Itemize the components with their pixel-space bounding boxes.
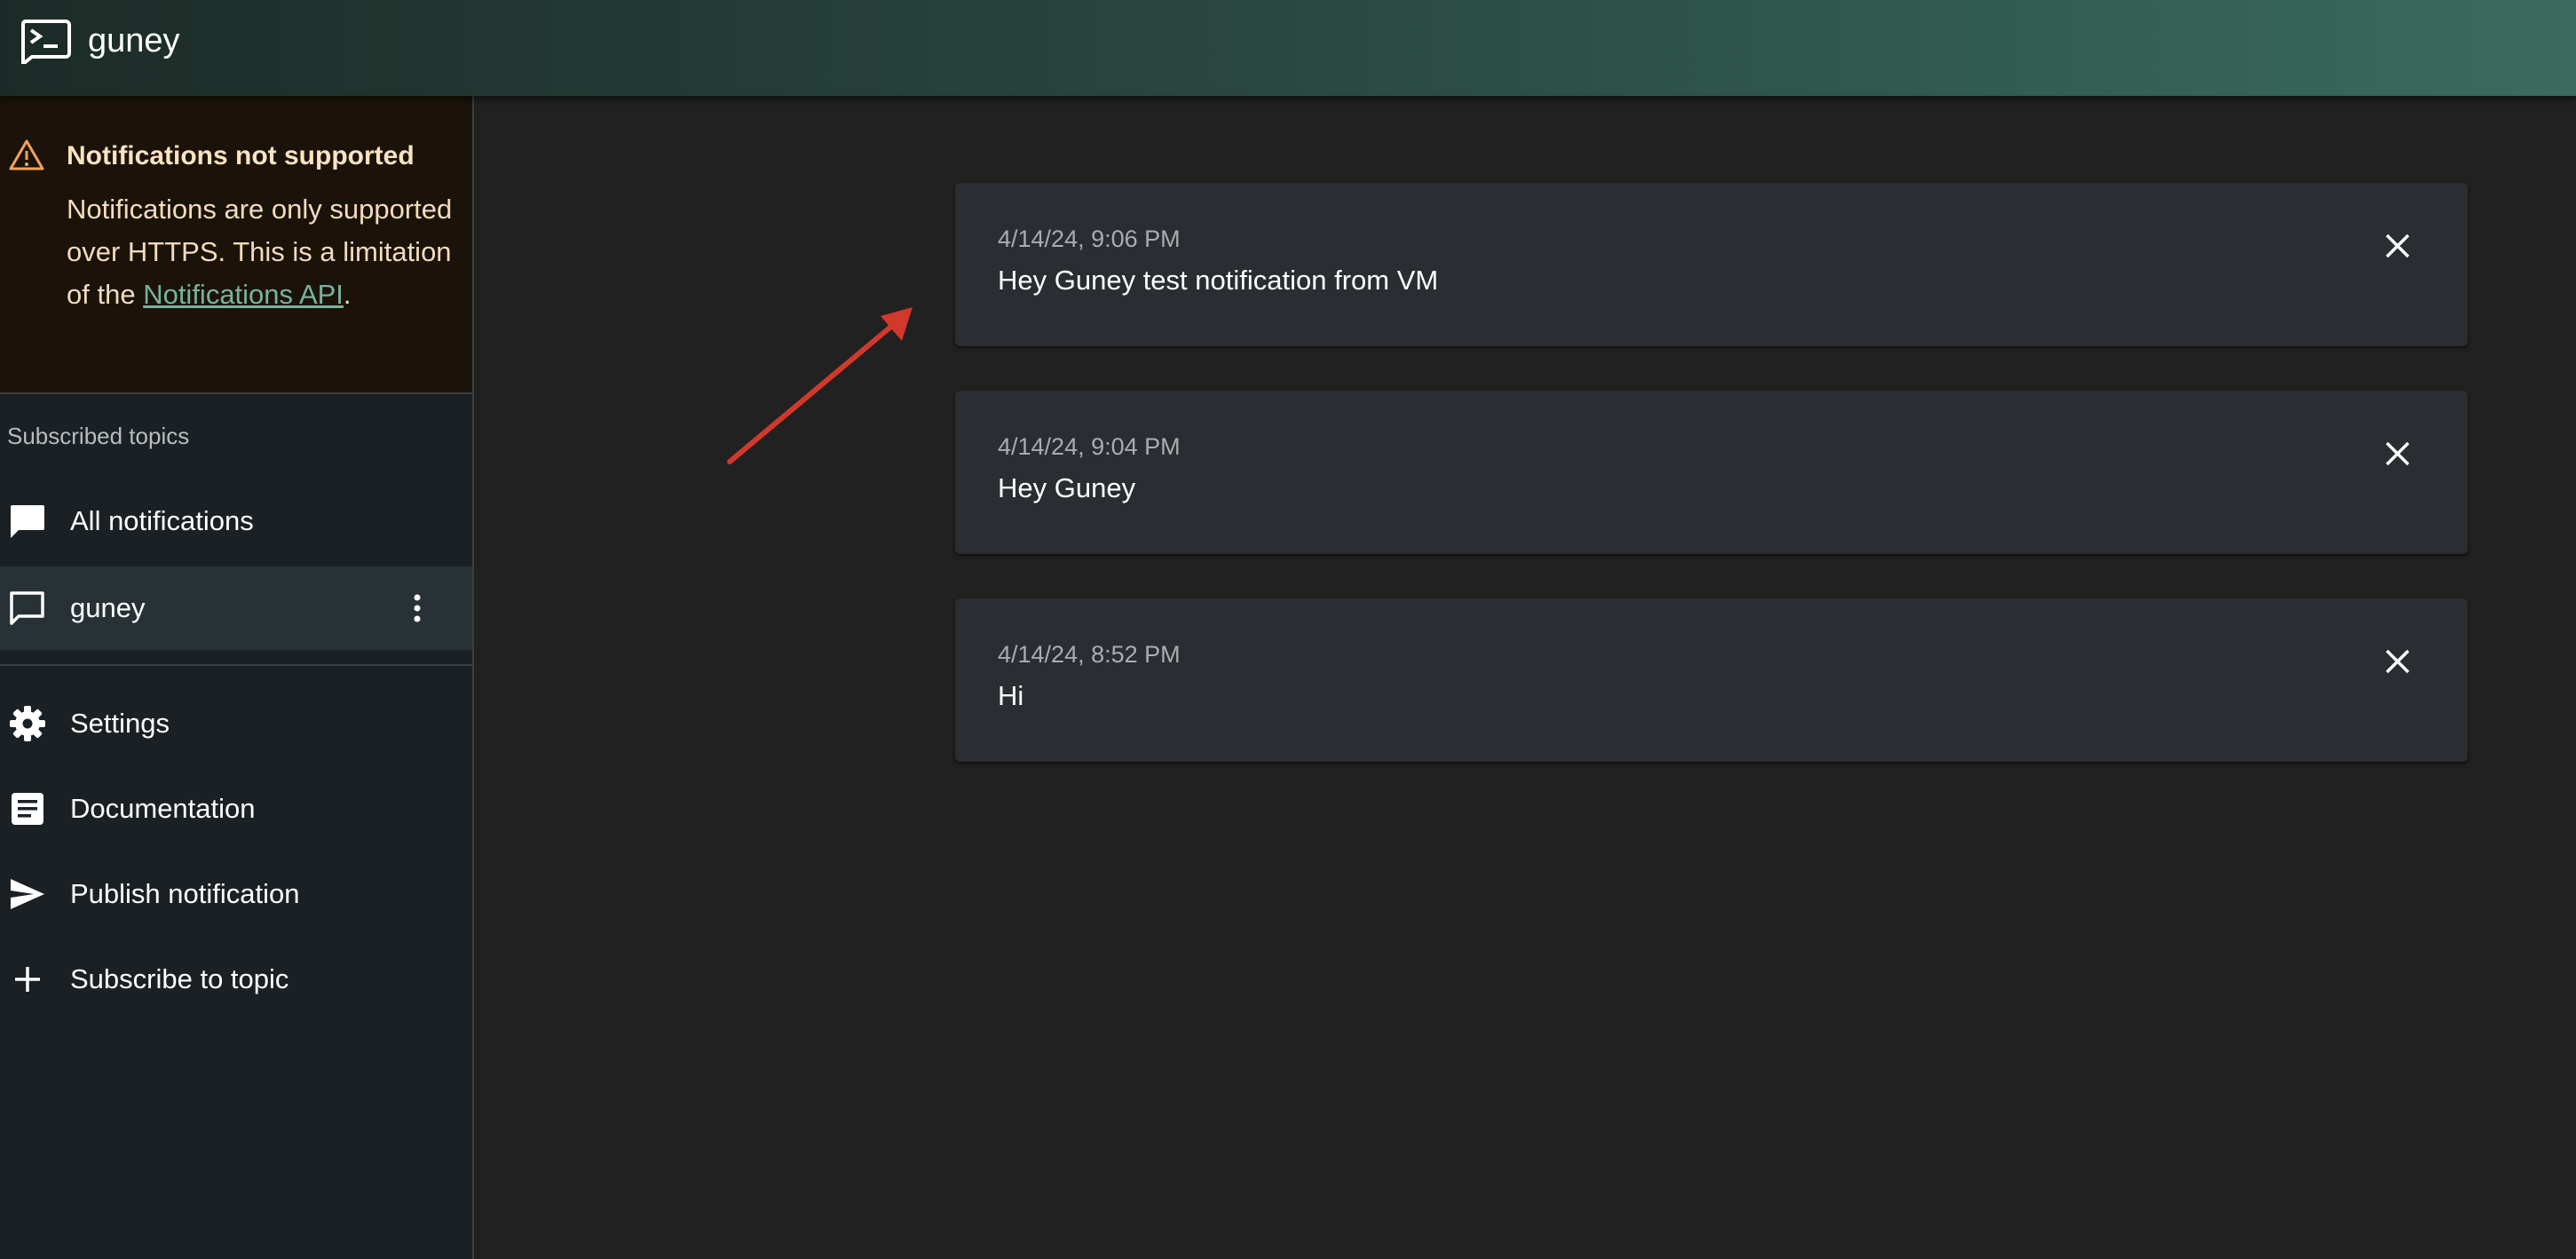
terminal-logo-icon	[20, 20, 71, 64]
close-icon[interactable]	[2384, 440, 2411, 467]
app-title: guney	[88, 22, 180, 59]
more-options-icon[interactable]	[408, 586, 426, 630]
sidebar-item-subscribe-to-topic[interactable]: Subscribe to topic	[0, 938, 472, 1021]
sidebar-item-label: All notifications	[70, 505, 254, 536]
notification-card: 4/14/24, 9:04 PM Hey Guney	[955, 391, 2468, 554]
sidebar-item-settings[interactable]: Settings	[0, 682, 472, 765]
sidebar: Notifications not supported Notification…	[0, 96, 474, 1259]
alert-message: Notifications are only supported over HT…	[67, 188, 457, 316]
sidebar-item-guney[interactable]: guney	[0, 566, 472, 650]
sidebar-item-label: Settings	[70, 708, 170, 739]
alert-body-suffix: .	[343, 279, 352, 310]
document-icon	[12, 793, 43, 825]
warning-icon	[9, 139, 44, 170]
notification-message: Hey Guney	[998, 472, 1136, 503]
send-icon	[11, 879, 44, 909]
sidebar-item-label: guney	[70, 592, 146, 623]
notification-time: 4/14/24, 9:04 PM	[998, 433, 1181, 460]
sidebar-item-publish-notification[interactable]: Publish notification	[0, 852, 472, 936]
notifications-not-supported-alert: Notifications not supported Notification…	[0, 96, 472, 394]
app-bar: guney	[0, 0, 2576, 96]
sidebar-item-documentation[interactable]: Documentation	[0, 767, 472, 851]
notification-card: 4/14/24, 8:52 PM Hi	[955, 598, 2468, 762]
chat-bubble-filled-icon	[11, 505, 44, 538]
notification-card: 4/14/24, 9:06 PM Hey Guney test notifica…	[955, 183, 2468, 346]
alert-title: Notifications not supported	[67, 141, 415, 170]
notification-message: Hi	[998, 680, 1024, 711]
close-icon[interactable]	[2384, 233, 2411, 259]
notification-time: 4/14/24, 8:52 PM	[998, 641, 1181, 668]
notifications-api-link[interactable]: Notifications API	[143, 279, 344, 310]
notification-time: 4/14/24, 9:06 PM	[998, 226, 1181, 252]
close-icon[interactable]	[2384, 648, 2411, 675]
sidebar-item-label: Documentation	[70, 793, 256, 824]
notification-message: Hey Guney test notification from VM	[998, 265, 1439, 296]
chat-bubble-outline-icon	[10, 591, 44, 625]
gear-icon	[10, 706, 45, 741]
sidebar-item-all-notifications[interactable]: All notifications	[0, 479, 472, 563]
sidebar-item-label: Publish notification	[70, 878, 300, 909]
sidebar-item-label: Subscribe to topic	[70, 963, 289, 994]
sidebar-divider	[0, 664, 472, 666]
subscribed-topics-label: Subscribed topics	[7, 423, 190, 449]
annotation-arrow	[727, 307, 913, 464]
plus-icon	[15, 967, 40, 992]
